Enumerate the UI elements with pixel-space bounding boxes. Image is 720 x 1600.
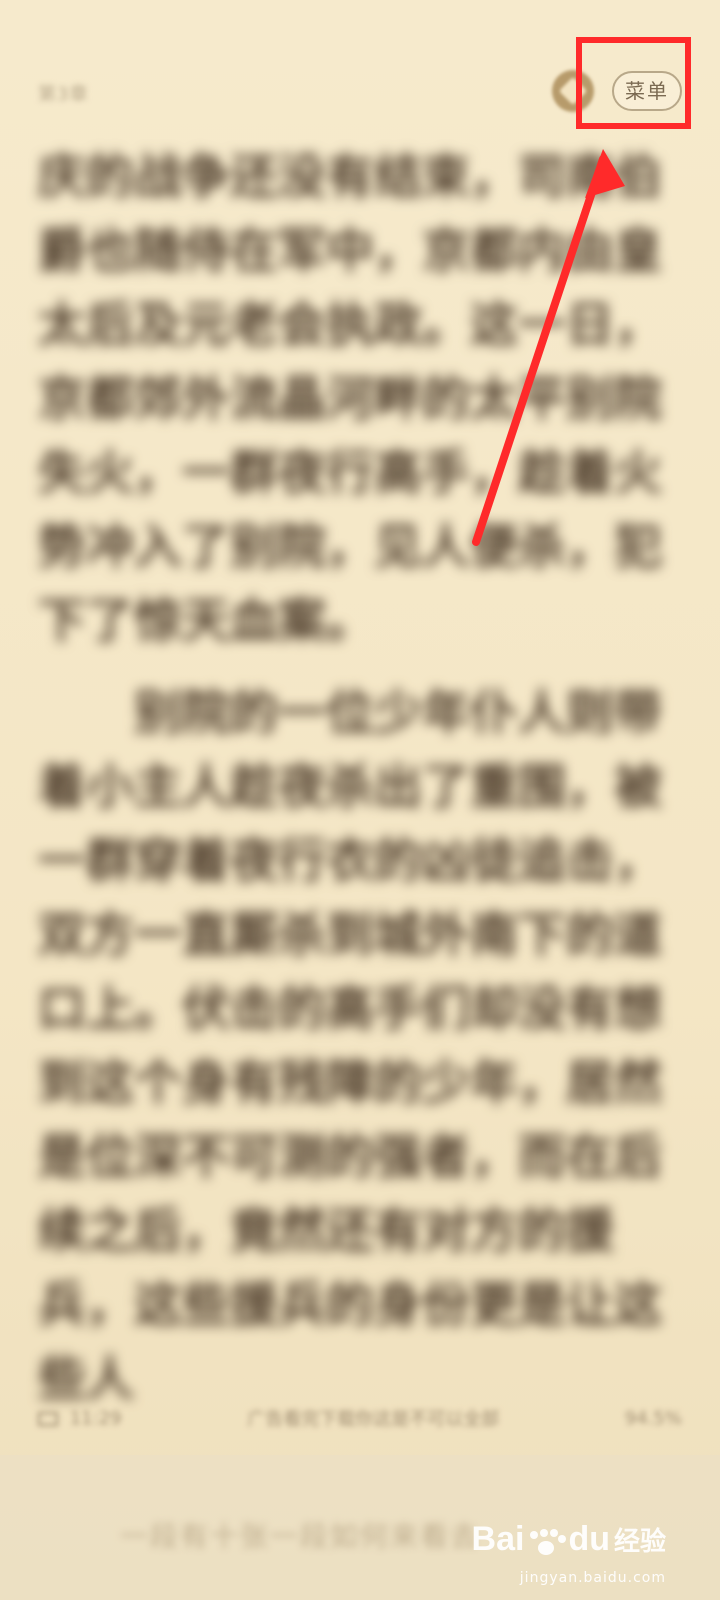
baidu-paw-icon bbox=[526, 1529, 566, 1563]
time-text: 11:29 bbox=[69, 1407, 122, 1429]
baidu-jingyan-watermark: Bai du 经验 jingyan.baidu.com bbox=[472, 1522, 666, 1585]
jingyan-text: 经验 bbox=[613, 1527, 666, 1557]
baidu-brand-right: du bbox=[568, 1520, 610, 1558]
paragraph-2: 别院的一位少年仆人则带着小主人趁夜杀出了重围，被一群穿着夜行衣的凶徒追击，双方一… bbox=[38, 685, 663, 1407]
time-status: 11:29 bbox=[38, 1408, 122, 1429]
reading-progress: 94.5% bbox=[624, 1407, 682, 1429]
chapter-title: 第3章 bbox=[38, 84, 89, 105]
highlight-box bbox=[576, 37, 691, 129]
baidu-brand-left: Bai bbox=[471, 1520, 525, 1558]
bottom-ad-text: 一段有十张一段如何来看去 bbox=[120, 1520, 481, 1553]
jingyan-domain: jingyan.baidu.com bbox=[519, 1569, 666, 1586]
reader-page: 第3章 菜单 庆的战争还没有结束，司南伯爵也随侍在军中，京都内由皇太后及元老会执… bbox=[0, 0, 720, 1600]
bottom-info-bar: 11:29 广告看完下载你这是不可以全部 94.5% bbox=[38, 1405, 682, 1431]
paragraph-1: 庆的战争还没有结束，司南伯爵也随侍在军中，京都内由皇太后及元老会执政。这一日，京… bbox=[38, 149, 663, 649]
reading-content[interactable]: 庆的战争还没有结束，司南伯爵也随侍在军中，京都内由皇太后及元老会执政。这一日，京… bbox=[38, 140, 674, 1416]
ad-hint: 广告看完下载你这是不可以全部 bbox=[247, 1409, 500, 1430]
battery-icon bbox=[38, 1411, 58, 1426]
